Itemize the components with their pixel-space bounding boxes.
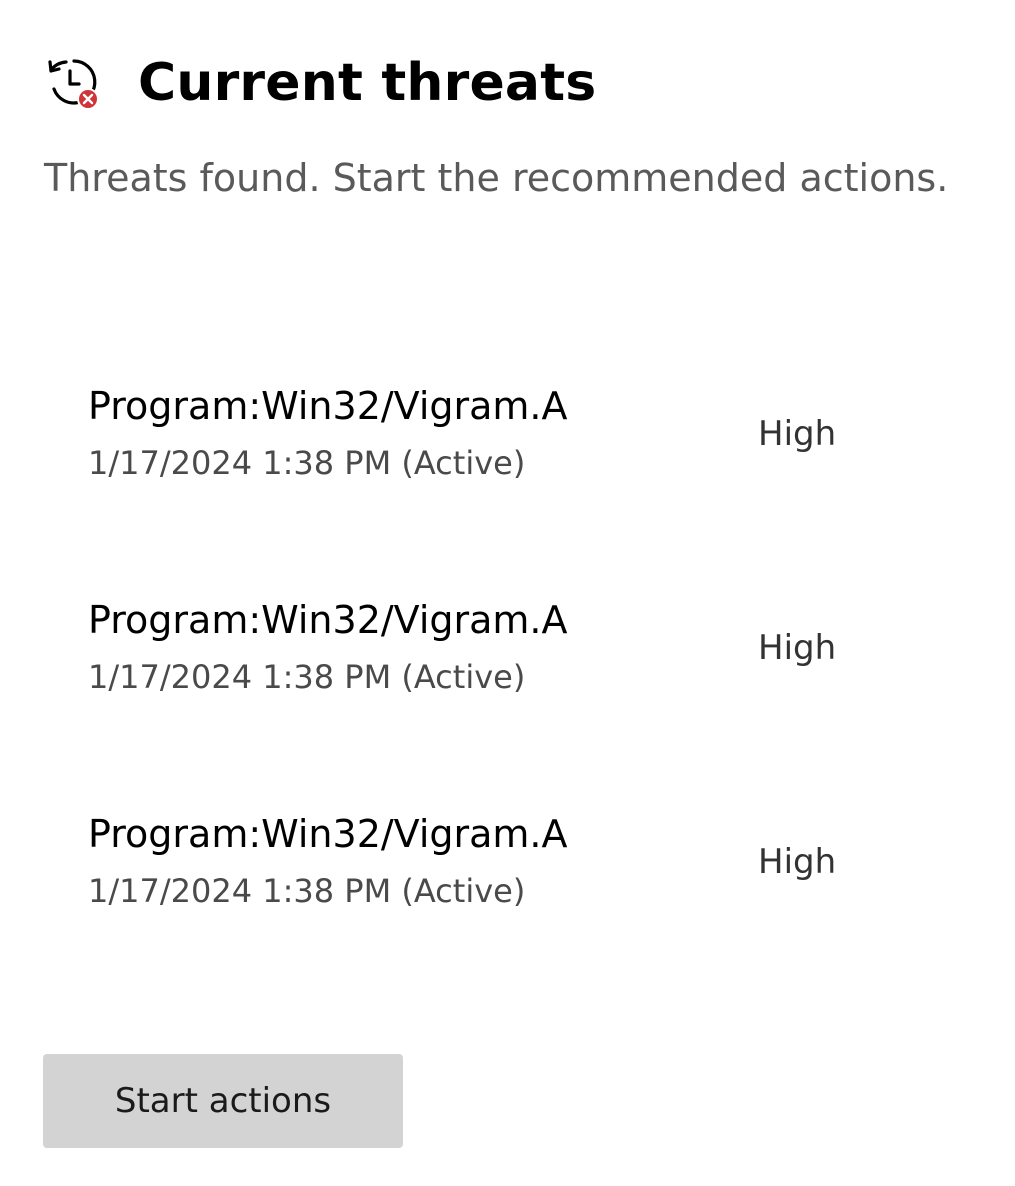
threat-name: Program:Win32/Vigram.A bbox=[88, 598, 568, 642]
threat-name: Program:Win32/Vigram.A bbox=[88, 812, 568, 856]
threat-list: Program:Win32/Vigram.A 1/17/2024 1:38 PM… bbox=[88, 384, 948, 1026]
page-title: Current threats bbox=[138, 53, 597, 113]
threat-item[interactable]: Program:Win32/Vigram.A 1/17/2024 1:38 PM… bbox=[88, 598, 948, 812]
threat-date: 1/17/2024 1:38 PM (Active) bbox=[88, 872, 526, 910]
threat-severity: High bbox=[758, 628, 837, 668]
start-actions-button[interactable]: Start actions bbox=[43, 1054, 403, 1148]
threat-severity: High bbox=[758, 842, 837, 882]
section-header: Current threats bbox=[44, 48, 596, 118]
threat-item[interactable]: Program:Win32/Vigram.A 1/17/2024 1:38 PM… bbox=[88, 812, 948, 1026]
threat-date: 1/17/2024 1:38 PM (Active) bbox=[88, 658, 526, 696]
threat-severity: High bbox=[758, 414, 837, 454]
threat-name: Program:Win32/Vigram.A bbox=[88, 384, 568, 428]
threat-date: 1/17/2024 1:38 PM (Active) bbox=[88, 444, 526, 482]
threat-item[interactable]: Program:Win32/Vigram.A 1/17/2024 1:38 PM… bbox=[88, 384, 948, 598]
status-message: Threats found. Start the recommended act… bbox=[44, 156, 949, 200]
history-threat-icon bbox=[44, 54, 102, 112]
